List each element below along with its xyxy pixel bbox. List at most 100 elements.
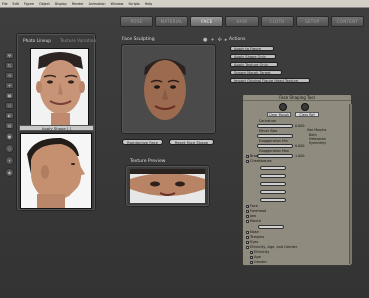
taper-tool-icon[interactable]: ◇	[5, 102, 14, 109]
caricature-slider[interactable]	[257, 124, 293, 128]
tree-row-age[interactable]: + Age	[250, 255, 261, 259]
tree-row-ethnicity[interactable]: + Ethnicity	[250, 250, 269, 254]
menu-render[interactable]: Render	[72, 2, 84, 6]
tree-row-nose[interactable]: + Nose	[246, 230, 259, 234]
menu-object[interactable]: Object	[39, 2, 50, 6]
ethnic-bias-slider[interactable]	[257, 134, 293, 138]
sculpt-head-image	[144, 59, 186, 120]
tree-row-eyes[interactable]: + Eyes	[246, 240, 258, 244]
twist-tool-icon[interactable]: ⟲	[5, 72, 14, 79]
tree-row-forehead[interactable]: + Forehead	[246, 209, 266, 213]
exaggeration-min-slider[interactable]	[257, 144, 293, 148]
morph-slider-6[interactable]	[258, 225, 284, 229]
sculpt-view-icons: ● + ✣ ▸	[203, 37, 227, 43]
exaggeration-min-label: Exaggeration Min	[259, 139, 288, 143]
expand-icon[interactable]: +	[246, 209, 249, 213]
expand-icon[interactable]: +	[250, 250, 253, 254]
side-face-image	[21, 134, 91, 208]
spawn-morph-target-button[interactable]: Spawn Morph Target	[230, 70, 282, 75]
clear-ref-button[interactable]: Clear Ref	[295, 112, 319, 117]
tab-face[interactable]: FACE	[190, 16, 224, 27]
menu-bar: File Edit Figure Object Display Render A…	[0, 0, 369, 8]
clear-morph-icon[interactable]	[279, 103, 287, 111]
menu-display[interactable]: Display	[55, 2, 67, 6]
expand-icon[interactable]: +	[250, 255, 253, 259]
left-toolbar: ✥ ↻ ⟲ ✛ ▣ ◇ ◐ ▤ ● ○ ☀ ◉	[5, 52, 15, 177]
menu-animation[interactable]: Animation	[89, 2, 106, 6]
expand-icon[interactable]: +	[246, 159, 249, 163]
tree-row-jaw[interactable]: + Jaw	[246, 214, 256, 218]
arrow-icon[interactable]: ▸	[225, 37, 228, 43]
front-photo[interactable]	[30, 48, 89, 126]
scale-tool-icon[interactable]: ▣	[5, 92, 14, 99]
menu-help[interactable]: Help	[145, 2, 153, 6]
apply-shape-only-button[interactable]: Apply Shape Only	[230, 54, 276, 59]
morph-slider-4[interactable]	[260, 190, 286, 194]
tree-row-temples[interactable]: + Temples	[246, 235, 264, 239]
expand-icon[interactable]: +	[246, 204, 249, 208]
exaggeration-min-value[interactable]: 0.000	[295, 144, 304, 148]
caricature-value[interactable]: 0.000	[295, 124, 304, 128]
expand-icon[interactable]: -	[246, 219, 249, 223]
tree-row-ethnicity-age-gender[interactable]: - Ethnicity, Age, and Gender	[246, 245, 297, 249]
exaggeration-max-slider[interactable]	[257, 154, 293, 158]
move-icon[interactable]: ✣	[218, 37, 222, 43]
tab-setup[interactable]: SETUP	[295, 16, 329, 27]
fst-scrollbar[interactable]	[349, 104, 352, 264]
expand-icon[interactable]: -	[246, 245, 249, 249]
tab-texture-variation[interactable]: Texture Variation	[57, 38, 99, 45]
photo-subtabs: Photo Lineup Texture Variation	[20, 38, 99, 45]
color-tool-icon[interactable]: ◐	[5, 112, 14, 119]
morph-slider-2[interactable]	[260, 174, 286, 178]
tab-cloth[interactable]: CLOTH	[260, 16, 294, 27]
randomize-face-button[interactable]: Randomize Face	[122, 139, 163, 145]
menu-scripts[interactable]: Scripts	[128, 2, 139, 6]
tab-material[interactable]: MATERIAL	[155, 16, 189, 27]
light-control-icon[interactable]: ☀	[5, 156, 14, 165]
tree-row-gender[interactable]: + Gender	[250, 260, 267, 264]
morph-slider-3[interactable]	[260, 182, 286, 186]
tree-row-mouth[interactable]: - Mouth	[246, 219, 261, 223]
menu-window[interactable]: Window	[110, 2, 123, 6]
menu-file[interactable]: File	[2, 2, 8, 6]
expand-icon[interactable]: +	[246, 240, 249, 244]
radio-symmetry[interactable]: Symmetry	[309, 141, 326, 145]
grouping-tool-icon[interactable]: ▤	[5, 122, 14, 129]
tab-photo-lineup[interactable]: Photo Lineup	[20, 38, 54, 45]
tree-row-cheekbones[interactable]: + Cheekbones	[246, 159, 272, 163]
dot-icon[interactable]: ●	[203, 37, 207, 43]
expand-icon[interactable]: +	[246, 214, 249, 218]
zoom-control-icon[interactable]: ◉	[5, 168, 14, 177]
morph-slider-5[interactable]	[260, 198, 286, 202]
expand-icon[interactable]: +	[246, 230, 249, 234]
apply-to-figure-button[interactable]: Apply to Figure	[230, 46, 274, 51]
rotate-tool-icon[interactable]: ↻	[5, 62, 14, 69]
plus-icon[interactable]: +	[210, 37, 214, 43]
tab-hair[interactable]: HAIR	[225, 16, 259, 27]
expand-icon[interactable]: +	[246, 154, 249, 158]
menu-figure[interactable]: Figure	[24, 2, 34, 6]
apply-texture-only-button[interactable]: Apply Texture Only	[230, 62, 278, 67]
morph-slider-1[interactable]	[260, 166, 286, 170]
trackball-icon[interactable]: ○	[5, 144, 14, 153]
clear-ref-icon[interactable]	[301, 103, 309, 111]
side-photo[interactable]	[20, 133, 92, 209]
translate-tool-icon[interactable]: ✛	[5, 82, 14, 89]
apply-shape-toggle[interactable]: Apply Shape [ ]	[19, 125, 94, 131]
tab-content[interactable]: CONTENT	[330, 16, 364, 27]
import-head-texture-button[interactable]: Import Original Figure Head Texture	[230, 78, 310, 83]
menu-edit[interactable]: Edit	[13, 2, 19, 6]
ethnic-bias-label: Ethnic Bias	[259, 129, 278, 133]
reset-face-shape-button[interactable]: Reset Face Shape	[169, 139, 214, 145]
expand-icon[interactable]: +	[246, 235, 249, 239]
tree-row-brow[interactable]: + Brow	[246, 154, 259, 158]
expand-icon[interactable]: +	[250, 260, 253, 264]
camera-control-icon[interactable]: ●	[5, 132, 14, 141]
texture-preview-title: Texture Preview	[130, 159, 166, 164]
room-tabs: POSE MATERIAL FACE HAIR CLOTH SETUP CONT…	[120, 16, 364, 28]
exaggeration-max-value[interactable]: 1.000	[295, 154, 304, 158]
tab-pose[interactable]: POSE	[120, 16, 154, 27]
clear-morph-button[interactable]: Clear Morph	[267, 112, 291, 117]
move-tool-icon[interactable]: ✥	[5, 52, 14, 59]
tree-row-face[interactable]: + Face	[246, 204, 258, 208]
